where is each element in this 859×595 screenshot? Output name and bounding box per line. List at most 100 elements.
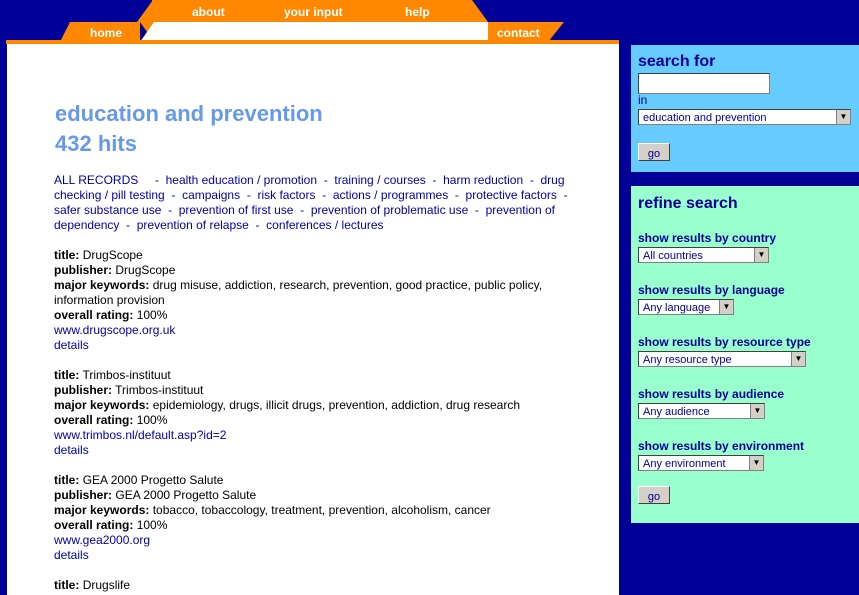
result-record: title: Drugslife bbox=[54, 578, 574, 593]
chevron-down-icon: ▼ bbox=[749, 456, 763, 470]
refine-go-button[interactable]: go bbox=[638, 486, 670, 504]
record-details-link[interactable]: details bbox=[54, 548, 574, 563]
record-publisher-label: publisher: bbox=[54, 488, 113, 502]
record-rating-value: 100% bbox=[136, 413, 168, 427]
category-link[interactable]: safer substance use bbox=[54, 203, 161, 217]
record-rating: overall rating: 100% bbox=[54, 518, 574, 533]
nav-tab-upper-right-slope bbox=[472, 0, 488, 22]
category-link[interactable]: prevention of relapse bbox=[137, 218, 249, 232]
hit-count: 432 hits bbox=[55, 131, 137, 156]
category-link[interactable]: actions / programmes bbox=[333, 188, 448, 202]
search-input[interactable] bbox=[638, 73, 770, 94]
search-panel: search for in education and prevention ▼… bbox=[631, 45, 859, 172]
record-rating-label: overall rating: bbox=[54, 518, 134, 532]
category-link-all-records[interactable]: ALL RECORDS bbox=[54, 173, 138, 187]
record-title-value: GEA 2000 Progetto Salute bbox=[82, 473, 224, 487]
record-keywords: major keywords: tobacco, tobaccology, tr… bbox=[54, 503, 574, 518]
category-link[interactable]: conferences / lectures bbox=[266, 218, 383, 232]
resource-type-select[interactable]: Any resource type ▼ bbox=[638, 351, 806, 367]
chevron-down-icon: ▼ bbox=[754, 248, 768, 262]
category-link[interactable]: protective factors bbox=[466, 188, 557, 202]
category-separator: - bbox=[240, 188, 258, 202]
record-title: title: DrugScope bbox=[54, 248, 574, 263]
country-select[interactable]: All countries ▼ bbox=[638, 247, 769, 263]
record-publisher-label: publisher: bbox=[54, 383, 113, 397]
record-publisher-label: publisher: bbox=[54, 263, 113, 277]
record-title: title: Trimbos-instituut bbox=[54, 368, 574, 383]
record-publisher: publisher: GEA 2000 Progetto Salute bbox=[54, 488, 574, 503]
category-separator: - bbox=[317, 173, 335, 187]
record-url-link[interactable]: www.drugscope.org.uk bbox=[54, 323, 574, 338]
record-title: title: GEA 2000 Progetto Salute bbox=[54, 473, 574, 488]
record-keywords: major keywords: drug misuse, addiction, … bbox=[54, 278, 574, 308]
search-in-label: in bbox=[638, 93, 648, 107]
record-keywords-label: major keywords: bbox=[54, 398, 150, 412]
record-title-value: Trimbos-instituut bbox=[82, 368, 171, 382]
category-link[interactable]: harm reduction bbox=[443, 173, 523, 187]
nav-contact-link[interactable]: contact bbox=[497, 26, 540, 40]
category-separator: - bbox=[161, 203, 179, 217]
record-details-link[interactable]: details bbox=[54, 443, 574, 458]
category-separator: - bbox=[556, 188, 571, 202]
refine-panel: refine search show results by country Al… bbox=[631, 186, 859, 523]
nav-help-link[interactable]: help bbox=[405, 5, 430, 19]
record-title-value: DrugScope bbox=[82, 248, 143, 262]
audience-select[interactable]: Any audience ▼ bbox=[638, 403, 765, 419]
category-link[interactable]: prevention of problematic use bbox=[311, 203, 468, 217]
record-title-label: title: bbox=[54, 578, 80, 592]
category-separator: - bbox=[164, 188, 183, 202]
category-link[interactable]: risk factors bbox=[257, 188, 315, 202]
category-separator: - bbox=[315, 188, 333, 202]
chevron-down-icon: ▼ bbox=[750, 404, 764, 418]
language-select[interactable]: Any language ▼ bbox=[638, 299, 734, 315]
result-record: title: Trimbos-instituut publisher: Trimb… bbox=[54, 368, 574, 458]
chevron-down-icon: ▼ bbox=[836, 110, 850, 124]
category-link[interactable]: campaigns bbox=[182, 188, 240, 202]
result-record: title: GEA 2000 Progetto Salute publisher… bbox=[54, 473, 574, 563]
audience-select-value: Any audience bbox=[643, 406, 710, 418]
nav-about-link[interactable]: about bbox=[192, 5, 225, 19]
search-go-button[interactable]: go bbox=[638, 143, 670, 161]
record-rating-value: 100% bbox=[136, 308, 168, 322]
record-publisher: publisher: DrugScope bbox=[54, 263, 574, 278]
country-select-value: All countries bbox=[643, 250, 703, 262]
record-publisher-value: Trimbos-instituut bbox=[115, 383, 204, 397]
search-scope-select[interactable]: education and prevention ▼ bbox=[638, 109, 851, 125]
nav-tab-upper-left-slope bbox=[137, 0, 153, 22]
category-link[interactable]: prevention of first use bbox=[179, 203, 294, 217]
record-title-label: title: bbox=[54, 368, 80, 382]
main-content: education and prevention 432 hits ALL RE… bbox=[7, 44, 619, 595]
nav-home-link[interactable]: home bbox=[90, 26, 122, 40]
record-title-value: Drugslife bbox=[82, 578, 131, 592]
country-filter-label: show results by country bbox=[638, 231, 777, 245]
record-rating-label: overall rating: bbox=[54, 413, 134, 427]
nav-tab-contact-right-slope bbox=[548, 22, 564, 42]
record-publisher: publisher: Trimbos-instituut bbox=[54, 383, 574, 398]
category-separator: - bbox=[425, 173, 444, 187]
environment-select[interactable]: Any environment ▼ bbox=[638, 455, 764, 471]
nav-gap bbox=[154, 22, 488, 42]
category-link[interactable]: training / courses bbox=[334, 173, 425, 187]
record-url-link[interactable]: www.gea2000.org bbox=[54, 533, 574, 548]
category-links: ALL RECORDS - health education / promoti… bbox=[54, 173, 574, 233]
category-link[interactable]: health education / promotion bbox=[166, 173, 317, 187]
audience-filter-label: show results by audience bbox=[638, 387, 785, 401]
record-keywords: major keywords: epidemiology, drugs, ill… bbox=[54, 398, 574, 413]
language-filter-label: show results by language bbox=[638, 283, 785, 297]
record-rating: overall rating: 100% bbox=[54, 308, 574, 323]
category-separator: - bbox=[523, 173, 541, 187]
nav-gap-left bbox=[140, 22, 154, 42]
category-separator: - bbox=[448, 188, 466, 202]
nav-tab-home-left-slope bbox=[60, 22, 70, 42]
refine-heading: refine search bbox=[638, 195, 738, 212]
nav-your-input-link[interactable]: your input bbox=[284, 5, 343, 19]
record-rating-value: 100% bbox=[136, 518, 168, 532]
resource-type-filter-label: show results by resource type bbox=[638, 335, 811, 349]
record-details-link[interactable]: details bbox=[54, 338, 574, 353]
category-separator: - bbox=[468, 203, 486, 217]
search-scope-value: education and prevention bbox=[643, 112, 767, 124]
record-url-link[interactable]: www.trimbos.nl/default.asp?id=2 bbox=[54, 428, 574, 443]
resource-type-select-value: Any resource type bbox=[643, 354, 732, 366]
environment-select-value: Any environment bbox=[643, 458, 726, 470]
section-title: education and prevention bbox=[55, 101, 323, 126]
